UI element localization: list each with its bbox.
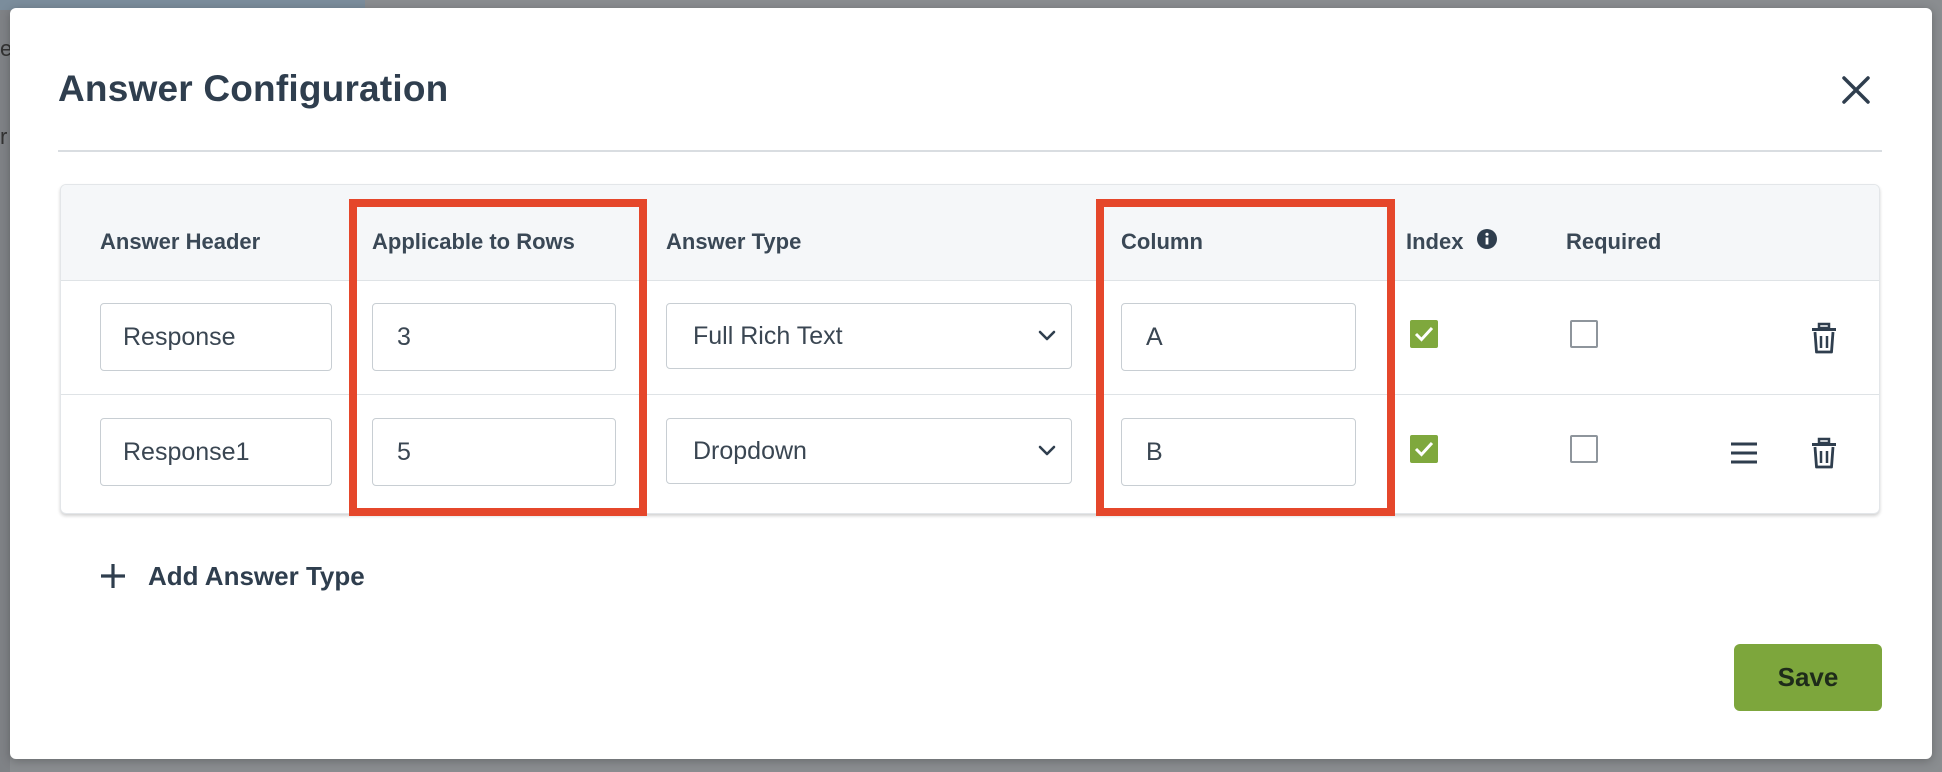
column-input[interactable]: B	[1121, 418, 1356, 486]
answer-configuration-modal: Answer Configuration Answer Header Appli…	[10, 8, 1932, 759]
close-icon[interactable]	[1838, 72, 1874, 108]
table-header: Answer Header Applicable to Rows Answer …	[61, 185, 1879, 281]
trash-icon[interactable]	[1807, 321, 1841, 355]
column-header-required: Required	[1566, 229, 1662, 254]
add-answer-type-button[interactable]: Add Answer Type	[98, 556, 365, 596]
column-header-column: Column	[1121, 229, 1203, 254]
column-input[interactable]: A	[1121, 303, 1356, 371]
header-divider	[58, 150, 1882, 152]
drag-handle-icon[interactable]	[1727, 436, 1761, 470]
index-checkbox[interactable]	[1410, 435, 1438, 463]
background-text: r	[0, 124, 8, 149]
index-checkbox[interactable]	[1410, 320, 1438, 348]
applicable-rows-input[interactable]: 5	[372, 418, 616, 486]
answer-type-value: Full Rich Text	[693, 321, 843, 350]
required-checkbox[interactable]	[1570, 435, 1598, 463]
required-checkbox[interactable]	[1570, 320, 1598, 348]
chevron-down-icon	[1038, 445, 1056, 456]
table-row: Response1 5 Dropdown B	[61, 396, 1879, 510]
save-button[interactable]: Save	[1734, 644, 1882, 711]
add-answer-type-label: Add Answer Type	[148, 560, 365, 591]
check-icon	[1414, 326, 1434, 342]
background-app	[0, 0, 10, 772]
chevron-down-icon	[1038, 330, 1056, 341]
table-row: Response 3 Full Rich Text A	[61, 281, 1879, 395]
background-text: e	[0, 36, 10, 61]
plus-icon	[101, 564, 125, 588]
column-header-index: Index	[1406, 229, 1464, 254]
answer-header-input[interactable]: Response	[100, 303, 332, 371]
applicable-rows-input[interactable]: 3	[372, 303, 616, 371]
answer-header-input[interactable]: Response1	[100, 418, 332, 486]
column-header-answer-header: Answer Header	[100, 229, 261, 254]
answers-table: Answer Header Applicable to Rows Answer …	[60, 184, 1880, 514]
modal-title: Answer Configuration	[58, 68, 449, 109]
info-icon[interactable]	[1476, 228, 1498, 250]
check-icon	[1414, 441, 1434, 457]
answer-type-value: Dropdown	[693, 436, 807, 465]
column-header-answer-type: Answer Type	[666, 229, 802, 254]
answer-type-select[interactable]: Dropdown	[666, 418, 1072, 484]
answer-type-select[interactable]: Full Rich Text	[666, 303, 1072, 369]
column-header-applicable-rows: Applicable to Rows	[372, 229, 575, 254]
trash-icon[interactable]	[1807, 436, 1841, 470]
